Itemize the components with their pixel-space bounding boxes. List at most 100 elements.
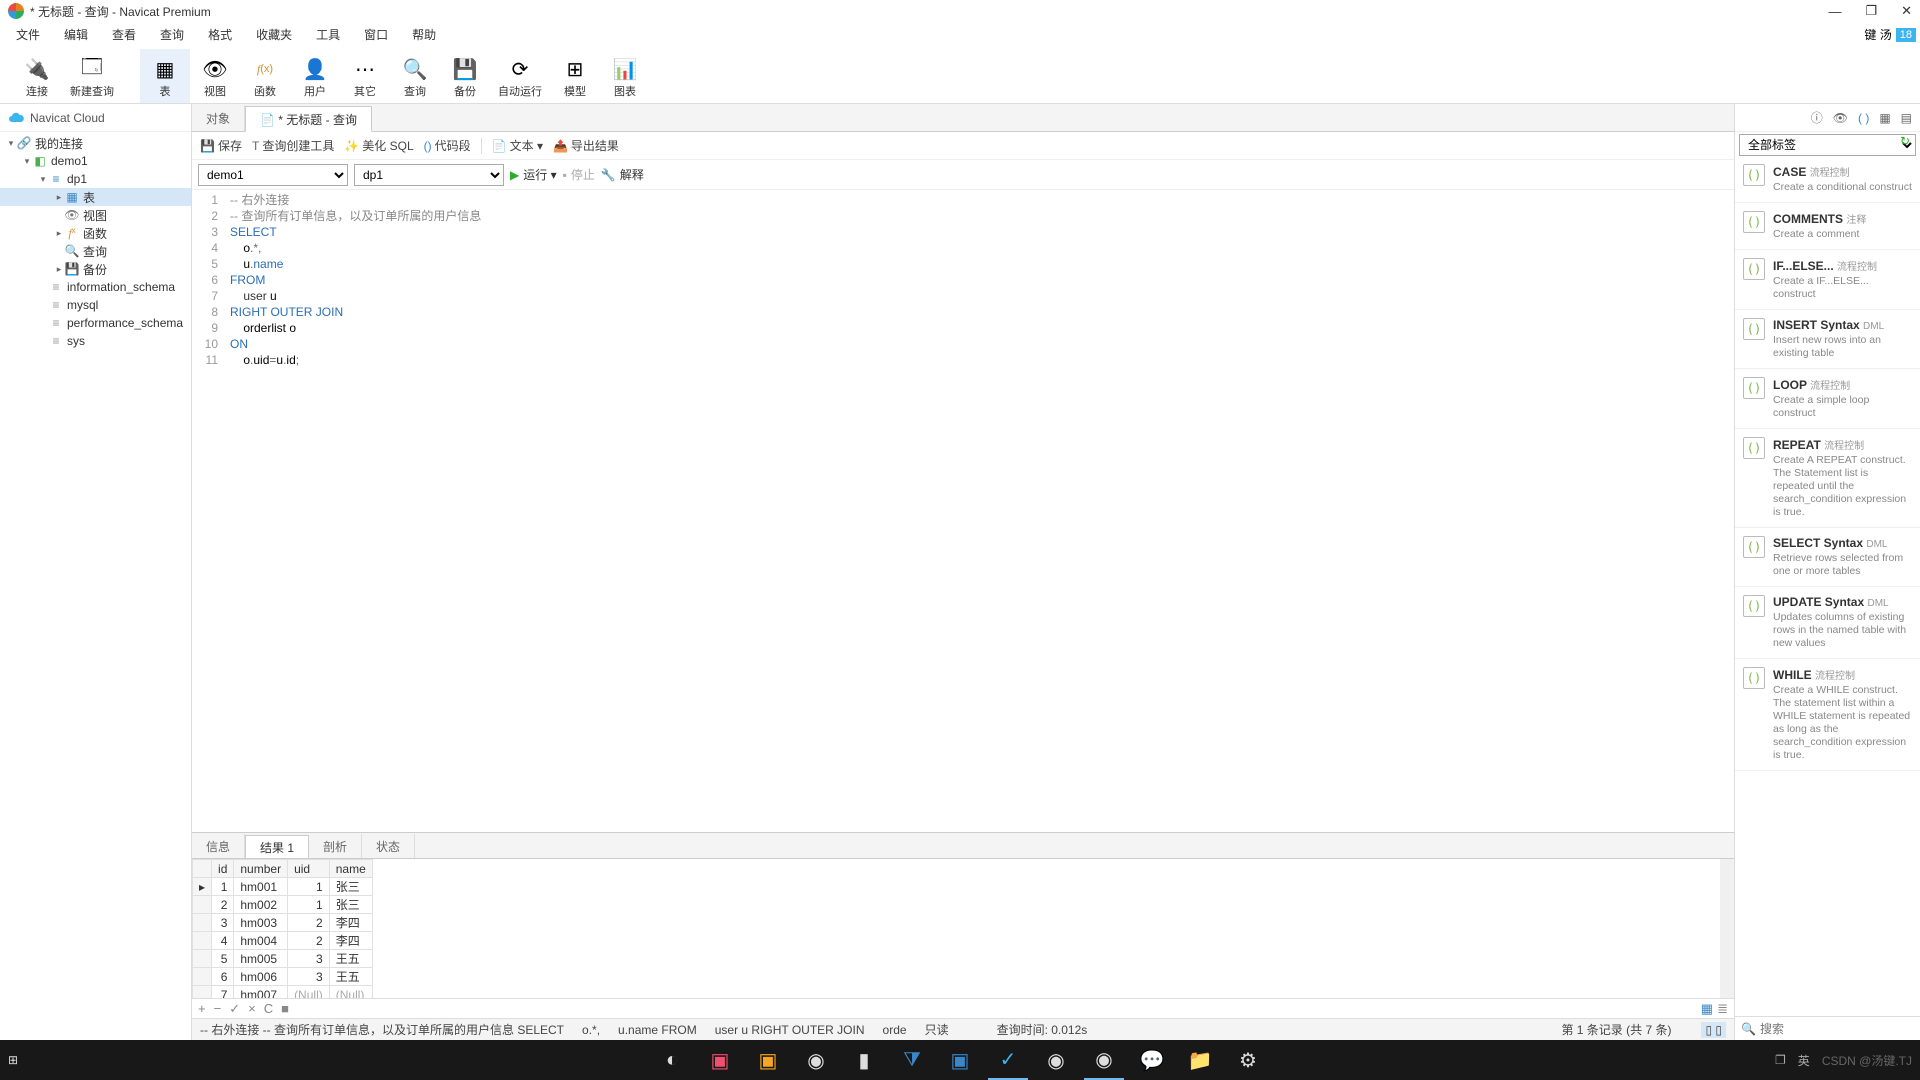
- toolbar-用户[interactable]: 👤用户: [290, 49, 340, 103]
- sql-code[interactable]: -- 右外连接 -- 查询所有订单信息，以及订单所属的用户信息 SELECT o…: [226, 190, 1734, 832]
- qtb-保存[interactable]: 💾 保存: [200, 137, 242, 154]
- task-office[interactable]: ▣: [940, 1040, 980, 1080]
- start-button[interactable]: ⊞: [8, 1053, 18, 1067]
- tree-我的连接[interactable]: ▾🔗我的连接: [0, 134, 191, 152]
- task-chrome[interactable]: ◉: [796, 1040, 836, 1080]
- connection-select[interactable]: demo1: [198, 164, 348, 186]
- toolbar-新建查询[interactable]: 🗔新建查询: [62, 49, 122, 103]
- tree-sys[interactable]: ≡sys: [0, 332, 191, 350]
- toolbar-表[interactable]: ▦表: [140, 49, 190, 103]
- snippet-filter-select[interactable]: 全部标签: [1739, 134, 1916, 156]
- close-button[interactable]: ✕: [1901, 3, 1912, 19]
- restab-剖析[interactable]: 剖析: [309, 834, 362, 858]
- info-icon[interactable]: ⓘ: [1811, 109, 1823, 126]
- account-label[interactable]: 键 汤: [1864, 26, 1891, 43]
- grid-scrollbar[interactable]: [1720, 859, 1734, 998]
- grid-icon[interactable]: ▦: [1879, 111, 1890, 125]
- toolbar-视图[interactable]: 👁视图: [190, 49, 240, 103]
- task-eclipse[interactable]: ◐: [652, 1040, 692, 1080]
- snippet-LOOP[interactable]: ()LOOP 流程控制Create a simple loop construc…: [1735, 369, 1920, 429]
- task-steam[interactable]: ◉: [1036, 1040, 1076, 1080]
- task-intellij[interactable]: ▣: [700, 1040, 740, 1080]
- snippet-CASE[interactable]: ()CASE 流程控制Create a conditional construc…: [1735, 156, 1920, 203]
- tree-dp1[interactable]: ▾≡dp1: [0, 170, 191, 188]
- task-terminal[interactable]: ▮: [844, 1040, 884, 1080]
- menu-文件[interactable]: 文件: [4, 23, 52, 46]
- gridfoot-+[interactable]: +: [198, 1001, 206, 1016]
- menu-帮助[interactable]: 帮助: [400, 23, 448, 46]
- snippet-WHILE[interactable]: ()WHILE 流程控制Create a WHILE construct. Th…: [1735, 659, 1920, 771]
- toolbar-自动运行[interactable]: ⟳自动运行: [490, 49, 550, 103]
- form-view-icon[interactable]: ≣: [1717, 1001, 1728, 1017]
- qtb-导出结果[interactable]: 📤 导出结果: [553, 137, 619, 154]
- result-grid[interactable]: idnumberuidname▸1hm0011张三2hm0021张三3hm003…: [192, 859, 1720, 998]
- snippet-REPEAT[interactable]: ()REPEAT 流程控制Create A REPEAT construct. …: [1735, 429, 1920, 528]
- sql-editor[interactable]: 1234567891011 -- 右外连接 -- 查询所有订单信息，以及订单所属…: [192, 190, 1734, 832]
- tree-information_schema[interactable]: ≡information_schema: [0, 278, 191, 296]
- snippet-SELECT Syntax[interactable]: ()SELECT Syntax DMLRetrieve rows selecte…: [1735, 528, 1920, 587]
- qtb-查询创建工具[interactable]: T 查询创建工具: [252, 137, 334, 154]
- tree-函数[interactable]: ▸fx函数: [0, 224, 191, 242]
- menu-窗口[interactable]: 窗口: [352, 23, 400, 46]
- task-vs[interactable]: ⧩: [892, 1040, 932, 1080]
- ime-icon[interactable]: 英: [1798, 1052, 1810, 1069]
- run-button[interactable]: ▶运行 ▾: [510, 166, 557, 183]
- snippet-INSERT Syntax[interactable]: ()INSERT Syntax DMLInsert new rows into …: [1735, 310, 1920, 369]
- task-navicat[interactable]: ◉: [1084, 1040, 1124, 1080]
- tree-表[interactable]: ▸▦表: [0, 188, 191, 206]
- gridfoot-✓[interactable]: ✓: [229, 1001, 240, 1017]
- snippet-COMMENTS[interactable]: ()COMMENTS 注释Create a comment: [1735, 203, 1920, 250]
- snippet-list[interactable]: ()CASE 流程控制Create a conditional construc…: [1735, 156, 1920, 1016]
- snippet-search[interactable]: 🔍: [1735, 1016, 1920, 1040]
- menu-收藏夹[interactable]: 收藏夹: [244, 23, 304, 46]
- gridfoot-■[interactable]: ■: [281, 1001, 289, 1016]
- tree-performance_schema[interactable]: ≡performance_schema: [0, 314, 191, 332]
- brackets-icon[interactable]: ( ): [1858, 111, 1869, 125]
- gridfoot-−[interactable]: −: [214, 1001, 222, 1016]
- tree-视图[interactable]: 👁视图: [0, 206, 191, 224]
- task-todo[interactable]: ✓: [988, 1040, 1028, 1080]
- explain-button[interactable]: 🔧 解释: [601, 166, 644, 183]
- task-vscode[interactable]: ▣: [748, 1040, 788, 1080]
- menu-查看[interactable]: 查看: [100, 23, 148, 46]
- notification-badge[interactable]: 18: [1896, 28, 1916, 42]
- maximize-button[interactable]: ❐: [1865, 3, 1877, 19]
- snippet-search-input[interactable]: [1760, 1022, 1915, 1036]
- toolbar-备份[interactable]: 💾备份: [440, 49, 490, 103]
- menu-查询[interactable]: 查询: [148, 23, 196, 46]
- toolbar-其它[interactable]: ⋯其它: [340, 49, 390, 103]
- cloud-header[interactable]: Navicat Cloud: [0, 104, 191, 132]
- restab-信息[interactable]: 信息: [192, 834, 245, 858]
- tree-备份[interactable]: ▸💾备份: [0, 260, 191, 278]
- connection-tree[interactable]: ▾🔗我的连接▾◧demo1▾≡dp1▸▦表👁视图▸fx函数🔍查询▸💾备份≡inf…: [0, 132, 191, 1040]
- tree-demo1[interactable]: ▾◧demo1: [0, 152, 191, 170]
- layout-btns[interactable]: ▯ ▯: [1701, 1022, 1726, 1038]
- database-select[interactable]: dp1: [354, 164, 504, 186]
- task-wechat[interactable]: 💬: [1132, 1040, 1172, 1080]
- toolbar-模型[interactable]: ⊞模型: [550, 49, 600, 103]
- restab-结果 1[interactable]: 结果 1: [245, 835, 309, 859]
- minimize-button[interactable]: —: [1828, 4, 1841, 19]
- refresh-snippets-icon[interactable]: ↻: [1900, 134, 1910, 148]
- menu-格式[interactable]: 格式: [196, 23, 244, 46]
- task-explorer[interactable]: 📁: [1180, 1040, 1220, 1080]
- snippet-UPDATE Syntax[interactable]: ()UPDATE Syntax DMLUpdates columns of ex…: [1735, 587, 1920, 659]
- stop-button[interactable]: ▪ 停止: [563, 166, 595, 183]
- list-icon[interactable]: ▤: [1901, 111, 1912, 125]
- restab-状态[interactable]: 状态: [362, 834, 415, 858]
- tree-查询[interactable]: 🔍查询: [0, 242, 191, 260]
- tray-icon[interactable]: ❐: [1775, 1053, 1786, 1067]
- menu-编辑[interactable]: 编辑: [52, 23, 100, 46]
- gridfoot-×[interactable]: ×: [248, 1001, 256, 1016]
- qtb-文本 ▾[interactable]: 📄 文本 ▾: [492, 137, 543, 154]
- task-settings[interactable]: ⚙: [1228, 1040, 1268, 1080]
- tab-对象[interactable]: 对象: [192, 105, 245, 131]
- tab-* 无标题 - 查询[interactable]: 📄 * 无标题 - 查询: [245, 106, 372, 132]
- toolbar-查询[interactable]: 🔍查询: [390, 49, 440, 103]
- snippet-IF...ELSE...[interactable]: ()IF...ELSE... 流程控制Create a IF...ELSE...…: [1735, 250, 1920, 310]
- qtb-美化 SQL[interactable]: ✨ 美化 SQL: [344, 137, 413, 154]
- grid-view-icon[interactable]: ▦: [1701, 1001, 1713, 1017]
- qtb-代码段[interactable]: () 代码段: [424, 137, 471, 154]
- menu-工具[interactable]: 工具: [304, 23, 352, 46]
- toolbar-函数[interactable]: f(x)函数: [240, 49, 290, 103]
